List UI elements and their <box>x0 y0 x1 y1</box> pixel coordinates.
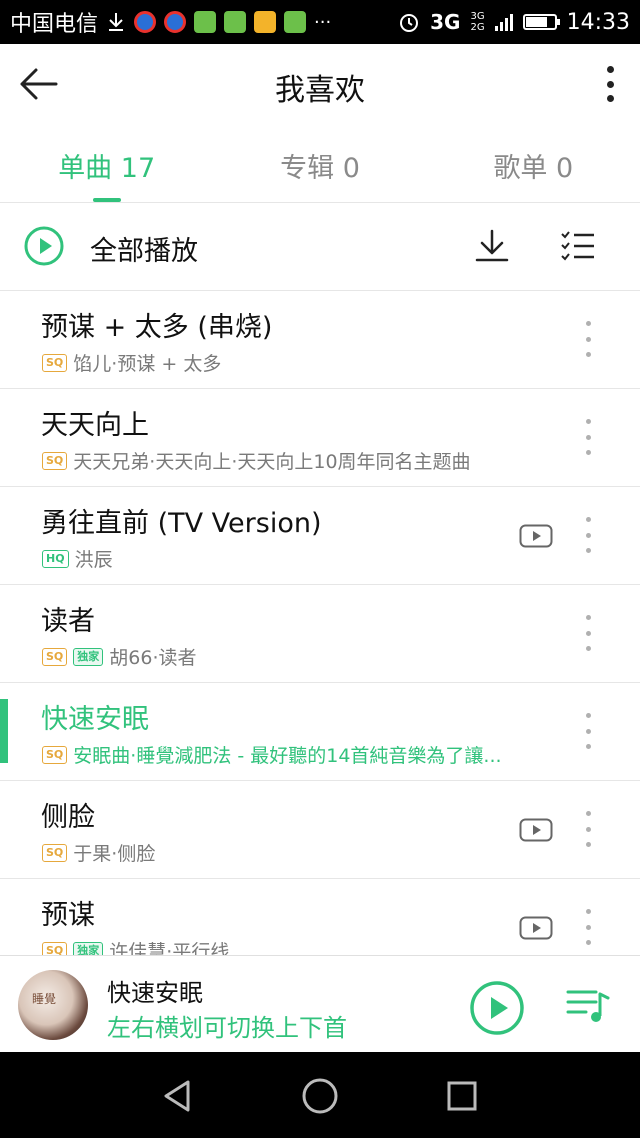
more-vertical-icon[interactable] <box>584 615 592 651</box>
download-icon[interactable] <box>474 228 510 264</box>
song-meta: SQ 馅儿·预谋 + 太多 <box>42 349 221 376</box>
quality-badge: SQ <box>42 745 68 764</box>
song-meta: SQ 安眠曲·睡覺減肥法 - 最好聽的14首純音樂為了讓... <box>42 741 502 768</box>
battery-icon <box>522 14 560 30</box>
song-artist: 安眠曲·睡覺減肥法 - 最好聽的14首純音樂為了讓... <box>73 745 502 767</box>
tab-bar: 单曲 17 专辑 0 歌单 0 <box>0 124 640 203</box>
song-row[interactable]: 预谋 SQ 独家 许佳慧·平行线 <box>0 879 640 955</box>
play-circle-icon[interactable] <box>469 980 525 1036</box>
song-meta: SQ 独家 胡66·读者 <box>42 643 197 670</box>
download-icon <box>106 11 126 33</box>
network-small-top: 3G <box>470 11 485 22</box>
song-artist: 于果·侧脸 <box>73 843 156 865</box>
song-row-playing[interactable]: 快速安眠 SQ 安眠曲·睡覺減肥法 - 最好聽的14首純音樂為了讓... <box>0 683 640 781</box>
song-artist: 天天兄弟·天天向上·天天向上10周年同名主题曲 <box>73 451 471 473</box>
song-title: 侧脸 <box>41 802 95 833</box>
network-small: 3G 2G <box>470 11 484 33</box>
tab-label: 专辑 0 <box>280 153 360 184</box>
signal-icon <box>494 13 513 31</box>
tab-albums[interactable]: 专辑 0 <box>213 124 426 202</box>
song-title: 快速安眠 <box>41 704 149 735</box>
carrier-label: 中国电信 <box>10 12 99 37</box>
song-title: 预谋 + 太多 (串烧) <box>41 312 273 343</box>
mv-play-icon[interactable] <box>519 524 553 548</box>
quality-badge: SQ <box>42 451 68 470</box>
alarm-icon <box>398 11 420 33</box>
play-all-label[interactable]: 全部播放 <box>90 229 198 268</box>
quality-badge: SQ <box>42 843 68 862</box>
mv-play-icon[interactable] <box>519 916 553 940</box>
song-artist: 洪辰 <box>74 549 113 571</box>
more-vertical-icon[interactable] <box>584 517 592 553</box>
sogou-icon <box>224 11 247 33</box>
network-small-bottom: 2G <box>470 22 485 33</box>
swipe-hint: 左右横划可切换上下首 <box>107 1014 347 1042</box>
song-meta: SQ 独家 许佳慧·平行线 <box>42 937 229 955</box>
more-vertical-icon[interactable] <box>584 321 592 357</box>
play-all-row[interactable]: 全部播放 <box>0 202 640 291</box>
quality-badge: HQ <box>42 549 69 568</box>
sogou-icon <box>194 11 217 33</box>
exclusive-badge: 独家 <box>73 647 104 666</box>
recents-square-icon[interactable] <box>442 1076 482 1116</box>
cover-text: 睡覺 <box>32 992 57 1006</box>
mv-play-icon[interactable] <box>519 818 553 842</box>
song-row[interactable]: 勇往直前 (TV Version) HQ 洪辰 <box>0 487 640 585</box>
tab-singles[interactable]: 单曲 17 <box>0 124 213 202</box>
song-title: 勇往直前 (TV Version) <box>41 508 322 539</box>
overflow-indicator: ··· <box>314 11 332 33</box>
more-vertical-icon[interactable] <box>584 713 592 749</box>
mini-player[interactable]: 睡覺 快速安眠 左右横划可切换上下首 <box>0 955 640 1053</box>
app-icon <box>254 11 277 33</box>
clock: 14:33 <box>566 9 630 35</box>
song-title: 预谋 <box>41 900 95 931</box>
quality-badge: SQ <box>42 353 68 372</box>
song-row[interactable]: 侧脸 SQ 于果·侧脸 <box>0 781 640 879</box>
page-title: 我喜欢 <box>275 73 365 108</box>
back-triangle-icon[interactable] <box>158 1076 198 1116</box>
play-circle-icon[interactable] <box>24 226 64 266</box>
more-vertical-icon[interactable] <box>584 909 592 945</box>
song-title: 读者 <box>41 606 95 637</box>
playlist-icon[interactable] <box>566 986 610 1026</box>
exclusive-badge: 独家 <box>73 941 104 955</box>
song-artist: 胡66·读者 <box>109 647 197 669</box>
song-row[interactable]: 预谋 + 太多 (串烧) SQ 馅儿·预谋 + 太多 <box>0 291 640 389</box>
quality-badge: SQ <box>42 647 68 666</box>
album-cover[interactable]: 睡覺 <box>18 970 88 1040</box>
song-meta: HQ 洪辰 <box>42 545 113 572</box>
song-list: 预谋 + 太多 (串烧) SQ 馅儿·预谋 + 太多 天天向上 SQ 天天兄弟·… <box>0 291 640 955</box>
home-circle-icon[interactable] <box>300 1076 340 1116</box>
app-icon <box>164 11 187 33</box>
multi-select-icon[interactable] <box>560 230 596 262</box>
tab-label: 单曲 17 <box>58 153 156 184</box>
song-artist: 许佳慧·平行线 <box>109 941 230 955</box>
song-meta: SQ 天天兄弟·天天向上·天天向上10周年同名主题曲 <box>42 447 471 474</box>
app-icon <box>134 11 157 33</box>
tab-playlists[interactable]: 歌单 0 <box>427 124 640 202</box>
song-meta: SQ 于果·侧脸 <box>42 839 155 866</box>
song-artist: 馅儿·预谋 + 太多 <box>73 353 222 375</box>
now-playing-title: 快速安眠 <box>107 979 203 1007</box>
battery-fill <box>525 17 547 27</box>
network-type: 3G <box>430 10 461 34</box>
tab-label: 歌单 0 <box>493 153 574 184</box>
song-title: 天天向上 <box>41 410 149 441</box>
status-bar: 中国电信 ··· 3G 3G 2G 14:33 <box>0 0 640 44</box>
song-row[interactable]: 天天向上 SQ 天天兄弟·天天向上·天天向上10周年同名主题曲 <box>0 389 640 487</box>
more-vertical-icon[interactable] <box>584 419 592 455</box>
more-vertical-icon[interactable] <box>584 811 592 847</box>
sogou-icon <box>284 11 307 33</box>
app-bar: 我喜欢 <box>0 44 640 124</box>
song-row[interactable]: 读者 SQ 独家 胡66·读者 <box>0 585 640 683</box>
more-vertical-icon[interactable] <box>604 66 616 102</box>
quality-badge: SQ <box>42 941 68 955</box>
system-nav-bar <box>0 1052 640 1138</box>
